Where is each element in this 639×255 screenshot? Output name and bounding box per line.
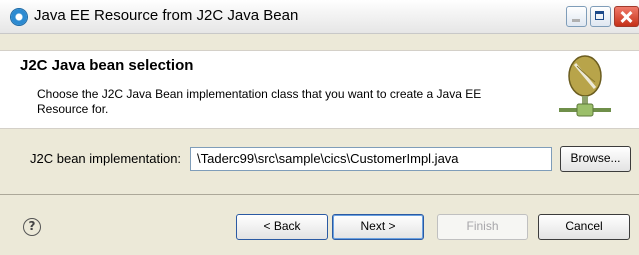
help-icon[interactable]: ? xyxy=(23,218,41,236)
title-bar[interactable]: Java EE Resource from J2C Java Bean xyxy=(0,0,639,34)
browse-button[interactable]: Browse... xyxy=(560,146,631,172)
banner-title: J2C Java bean selection xyxy=(20,57,194,74)
minimize-button[interactable] xyxy=(566,6,587,27)
next-button[interactable]: Next > xyxy=(332,214,424,240)
coffee-bean-connector-icon xyxy=(559,55,611,117)
finish-button: Finish xyxy=(437,214,528,240)
implementation-path-input[interactable]: \Taderc99\src\sample\cics\CustomerImpl.j… xyxy=(190,147,552,171)
close-button[interactable] xyxy=(614,6,639,27)
dialog-window: Java EE Resource from J2C Java Bean J2C … xyxy=(0,0,639,255)
maximize-button[interactable] xyxy=(590,6,611,27)
cancel-button[interactable]: Cancel xyxy=(538,214,630,240)
separator xyxy=(0,194,639,195)
back-button[interactable]: < Back xyxy=(236,214,328,240)
banner-description: Choose the J2C Java Bean implementation … xyxy=(37,87,482,116)
impl-label: J2C bean implementation: xyxy=(30,151,182,166)
app-icon xyxy=(11,9,27,25)
window-title: Java EE Resource from J2C Java Bean xyxy=(34,7,299,24)
